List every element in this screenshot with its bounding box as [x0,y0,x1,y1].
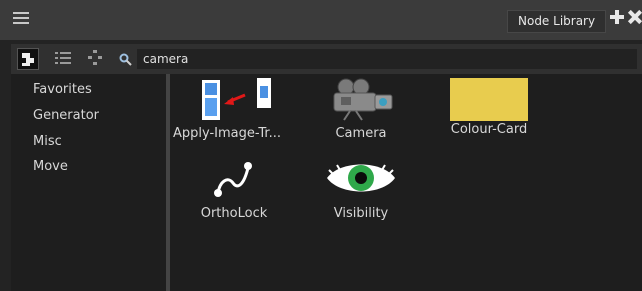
close-icon[interactable] [628,10,642,24]
node-camera[interactable]: Camera [320,76,402,141]
node-label: Colour-Card [450,122,528,137]
node-label: Visibility [333,206,389,221]
node-ortholock[interactable]: OrthoLock [190,156,278,221]
category-favorites[interactable]: Favorites [33,82,92,97]
node-label: Camera [335,126,387,141]
node-label: Apply-Image-Tr... [173,126,281,141]
category-misc[interactable]: Misc [33,134,62,149]
node-label: OrthoLock [200,206,268,221]
node-visibility[interactable]: Visibility [315,156,407,221]
panel-header: Node Library [0,0,642,40]
hamburger-menu-icon[interactable] [13,12,29,28]
single-view-icon[interactable] [17,48,39,70]
category-move[interactable]: Move [33,159,68,174]
search-input[interactable] [137,49,637,69]
colour-card-icon [440,76,538,122]
tab-node-library[interactable]: Node Library [507,10,607,33]
toolbar [11,44,642,74]
plus-icon[interactable] [610,10,624,24]
tree-view-icon[interactable] [86,49,104,67]
ortholock-curve-icon [214,162,252,197]
apply-image-transform-icon [202,78,271,120]
category-list: Favorites Generator Misc Move [11,74,166,291]
camera-icon [333,78,393,121]
node-grid: Apply-Image-Tr... Camera Colour-Card Ort… [170,74,642,291]
eye-icon [327,164,395,192]
category-generator[interactable]: Generator [33,108,99,123]
list-view-icon[interactable] [54,49,72,67]
colour-swatch [450,78,528,121]
node-colour-card[interactable]: Colour-Card [440,76,538,137]
magnifier-icon [119,52,133,66]
node-apply-image-transform[interactable]: Apply-Image-Tr... [170,76,284,141]
